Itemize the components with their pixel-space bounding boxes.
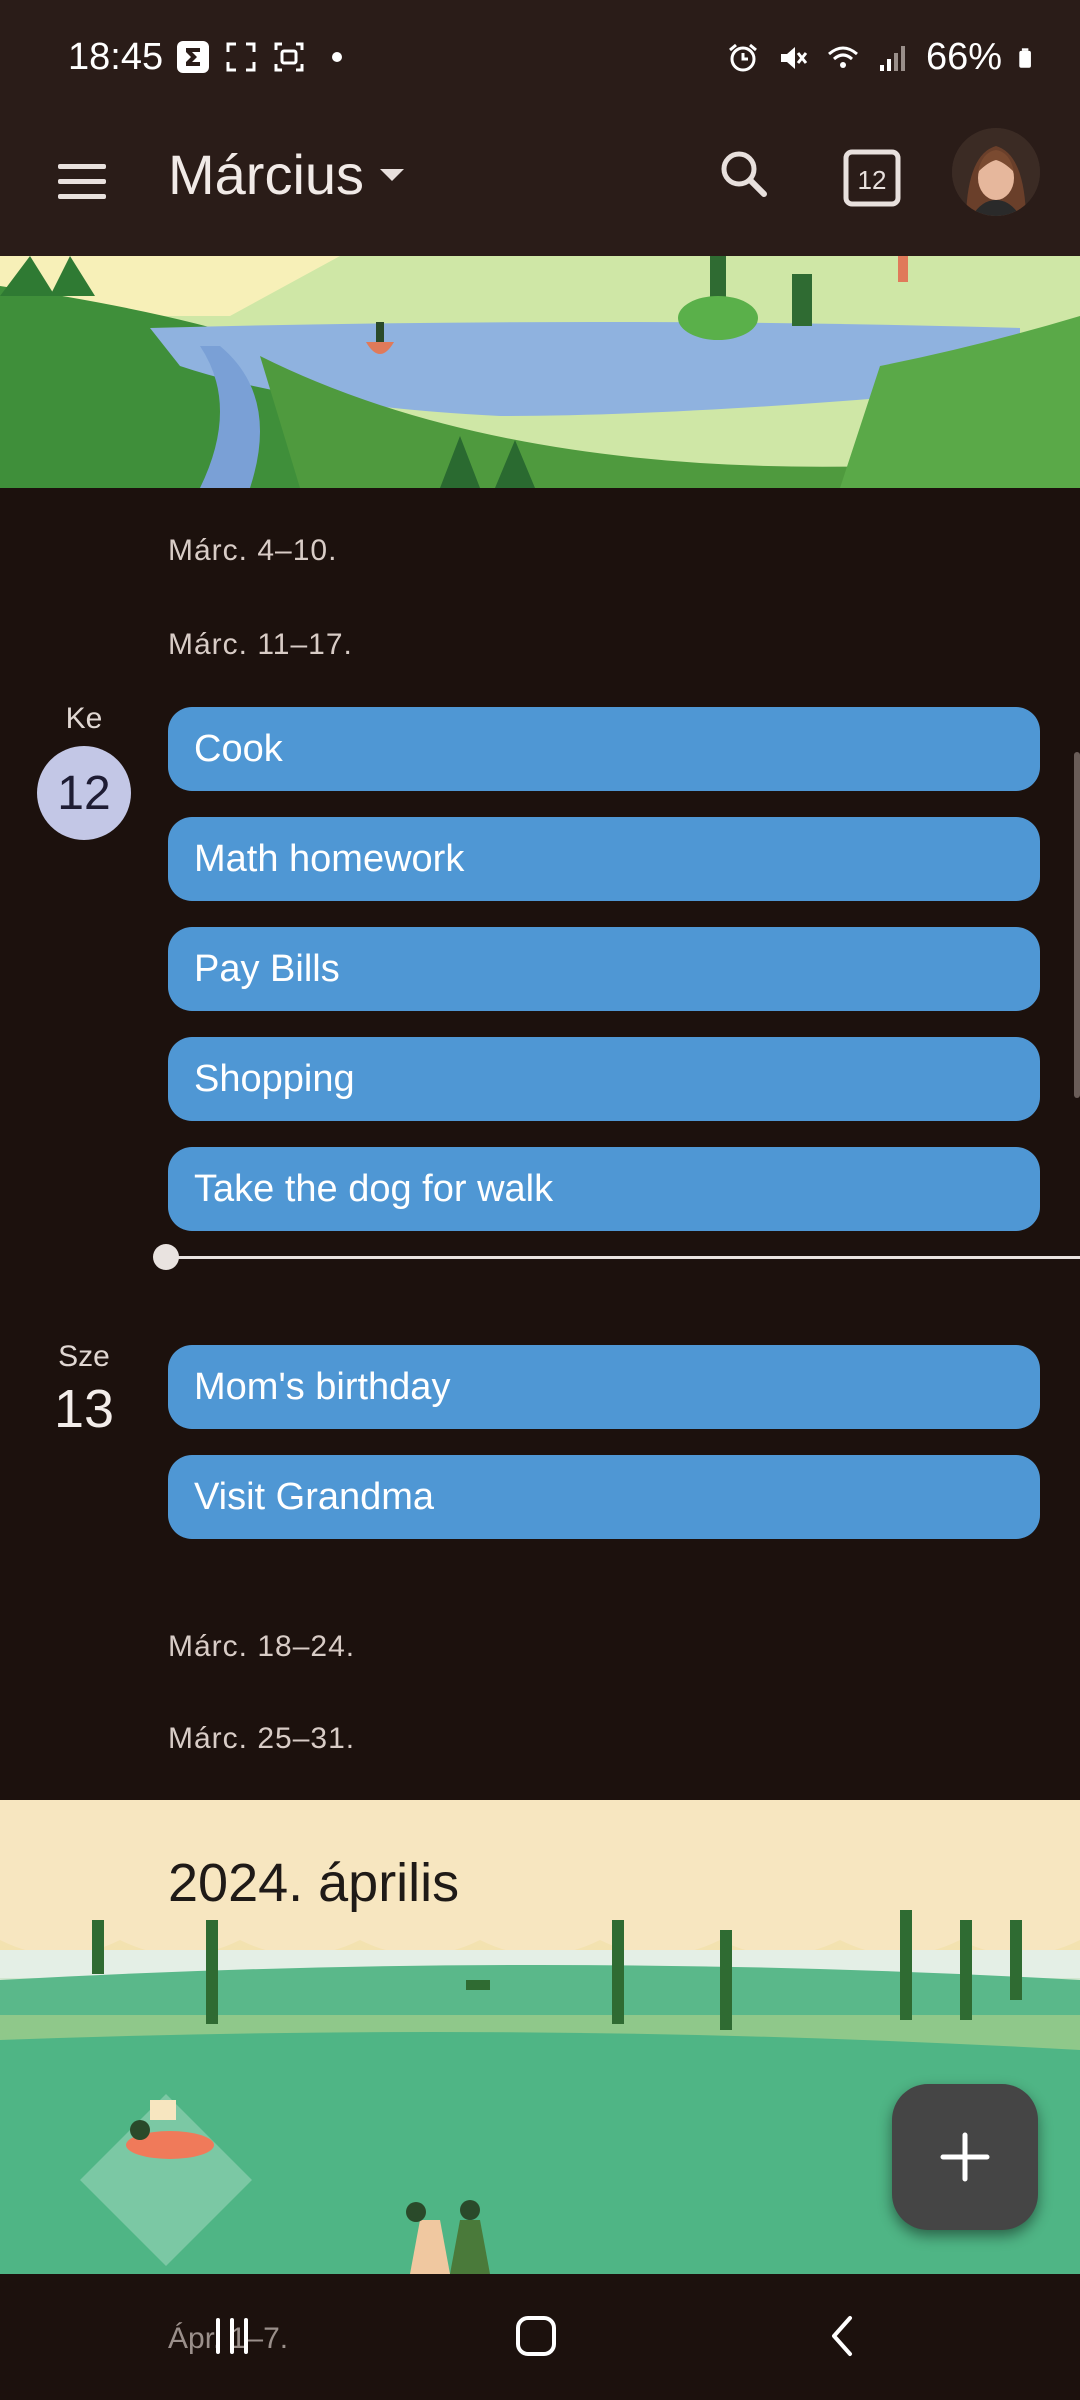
sigma-app-icon bbox=[177, 41, 209, 73]
current-time-dot bbox=[153, 1244, 179, 1270]
create-event-button[interactable] bbox=[892, 2084, 1038, 2230]
plus-icon bbox=[940, 2132, 990, 2182]
back-icon[interactable] bbox=[822, 2314, 866, 2358]
event-chip[interactable]: Shopping bbox=[168, 1037, 1040, 1121]
dot-icon bbox=[332, 52, 342, 62]
screenshot-icon bbox=[226, 42, 256, 72]
day-number: 13 bbox=[53, 1379, 115, 1439]
day-of-week: Ke bbox=[65, 702, 103, 735]
app-bar: Március 12 bbox=[0, 120, 1080, 256]
month-title-april: 2024. április bbox=[168, 1853, 460, 1913]
system-nav-bar: Ápr. 1–7. bbox=[0, 2274, 1080, 2400]
home-icon[interactable] bbox=[514, 2314, 558, 2358]
today-button[interactable]: 12 bbox=[838, 142, 906, 210]
status-time: 18:45 bbox=[68, 36, 164, 78]
menu-icon[interactable] bbox=[56, 156, 108, 208]
battery-icon bbox=[1019, 47, 1031, 68]
week-range-label[interactable]: Márc. 25–31. bbox=[168, 1722, 355, 1756]
day-header-12[interactable]: Ke 12 bbox=[24, 702, 144, 840]
month-selector[interactable]: Március bbox=[168, 142, 405, 207]
signal-icon bbox=[879, 45, 905, 71]
day-header-13[interactable]: Sze 13 bbox=[24, 1340, 144, 1440]
month-banner-march bbox=[0, 256, 1080, 488]
current-time-line bbox=[166, 1256, 1080, 1259]
status-bar: 18:45 66% bbox=[0, 0, 1080, 120]
week-range-label[interactable]: Márc. 4–10. bbox=[168, 534, 337, 568]
event-chip[interactable]: Math homework bbox=[168, 817, 1040, 901]
week-range-label[interactable]: Márc. 11–17. bbox=[168, 628, 353, 662]
event-chip[interactable]: Visit Grandma bbox=[168, 1455, 1040, 1539]
battery-percent: 66% bbox=[925, 36, 1002, 78]
alarm-icon bbox=[728, 43, 757, 71]
account-avatar[interactable] bbox=[952, 128, 1040, 216]
event-chip[interactable]: Cook bbox=[168, 707, 1040, 791]
dropdown-caret-icon bbox=[380, 168, 405, 181]
wifi-icon bbox=[827, 46, 858, 68]
mute-icon bbox=[780, 46, 808, 69]
event-chip[interactable]: Take the dog for walk bbox=[168, 1147, 1040, 1231]
recent-apps-icon[interactable] bbox=[210, 2314, 254, 2358]
day-of-week: Sze bbox=[58, 1340, 110, 1373]
avatar-image bbox=[952, 128, 1040, 216]
event-chip[interactable]: Pay Bills bbox=[168, 927, 1040, 1011]
event-chip[interactable]: Mom's birthday bbox=[168, 1345, 1040, 1429]
calendar-today-icon: 12 bbox=[843, 149, 901, 207]
screen-record-icon bbox=[274, 42, 304, 72]
month-title: Március bbox=[168, 143, 365, 206]
today-day-number: 12 bbox=[858, 165, 887, 195]
search-icon[interactable] bbox=[712, 142, 776, 206]
day-number-today: 12 bbox=[37, 746, 131, 840]
week-range-label[interactable]: Márc. 18–24. bbox=[168, 1630, 355, 1664]
scrollbar[interactable] bbox=[1074, 752, 1080, 1098]
